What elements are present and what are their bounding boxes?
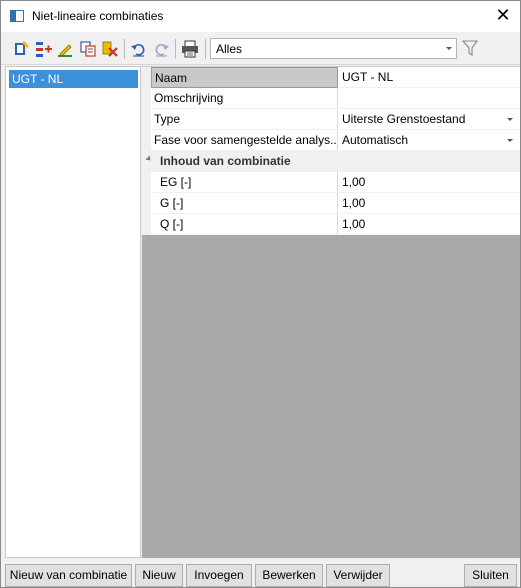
new-button[interactable]: Nieuw	[135, 564, 183, 587]
factor-row-q: Q [-] 1,00	[142, 214, 520, 235]
new-from-combination-button[interactable]: Nieuw van combinatie	[5, 564, 132, 587]
property-grid: Naam UGT - NL Omschrijving Type Uiterste…	[142, 66, 520, 558]
phase-select[interactable]: Automatisch	[339, 130, 520, 151]
combination-list: UGT - NL	[5, 66, 141, 558]
toolbar: Alles	[1, 32, 520, 65]
collapse-icon[interactable]	[145, 155, 153, 163]
filter-select[interactable]: Alles	[210, 38, 457, 59]
window-icon	[10, 10, 24, 22]
property-label: Fase voor samengestelde analys...	[151, 130, 338, 151]
factor-field[interactable]: 1,00	[339, 193, 520, 214]
chevron-down-icon[interactable]	[507, 139, 513, 142]
insert-button[interactable]: Invoegen	[186, 564, 252, 587]
factor-row-eg: EG [-] 1,00	[142, 172, 520, 193]
property-row-omschrijving: Omschrijving	[142, 88, 520, 109]
insert-icon[interactable]	[34, 39, 54, 59]
description-field[interactable]	[339, 88, 520, 109]
filter-value: Alles	[216, 42, 243, 56]
close-window-button[interactable]: ✕	[486, 4, 520, 30]
close-button[interactable]: Sluiten	[464, 564, 517, 587]
type-select[interactable]: Uiterste Grenstoestand	[339, 109, 520, 130]
redo-icon[interactable]	[151, 39, 171, 59]
property-row-fase: Fase voor samengestelde analys... Automa…	[142, 130, 520, 151]
factor-row-g: G [-] 1,00	[142, 193, 520, 214]
property-label: EG [-]	[151, 172, 338, 193]
toolbar-separator	[205, 39, 206, 59]
chevron-down-icon	[446, 47, 452, 50]
property-label: Naam	[151, 67, 338, 88]
window-title: Niet-lineaire combinaties	[32, 9, 164, 23]
list-item[interactable]: UGT - NL	[9, 70, 138, 88]
print-icon[interactable]	[180, 39, 200, 59]
toolbar-separator	[175, 39, 176, 59]
chevron-down-icon[interactable]	[507, 118, 513, 121]
property-label: G [-]	[151, 193, 338, 214]
dialog-window: Niet-lineaire combinaties ✕ Alles UGT - …	[0, 0, 521, 588]
copy-icon[interactable]	[78, 39, 98, 59]
property-label: Omschrijving	[151, 88, 338, 109]
edit-icon[interactable]	[56, 39, 76, 59]
property-row-naam: Naam UGT - NL	[142, 67, 520, 88]
property-row-type: Type Uiterste Grenstoestand	[142, 109, 520, 130]
factor-field[interactable]: 1,00	[339, 214, 520, 235]
name-field[interactable]: UGT - NL	[339, 67, 520, 88]
category-header[interactable]: Inhoud van combinatie	[142, 151, 520, 172]
edit-button[interactable]: Bewerken	[255, 564, 323, 587]
toolbar-separator	[124, 39, 125, 59]
title-bar: Niet-lineaire combinaties ✕	[1, 1, 520, 32]
factor-field[interactable]: 1,00	[339, 172, 520, 193]
undo-icon[interactable]	[129, 39, 149, 59]
delete-button[interactable]: Verwijder	[326, 564, 390, 587]
filter-icon[interactable]	[461, 38, 479, 58]
button-bar: Nieuw van combinatie Nieuw Invoegen Bewe…	[1, 561, 520, 588]
new-item-icon[interactable]	[12, 39, 32, 59]
category-label: Inhoud van combinatie	[160, 154, 291, 168]
delete-icon[interactable]	[100, 39, 120, 59]
property-label: Type	[151, 109, 338, 130]
property-label: Q [-]	[151, 214, 338, 235]
